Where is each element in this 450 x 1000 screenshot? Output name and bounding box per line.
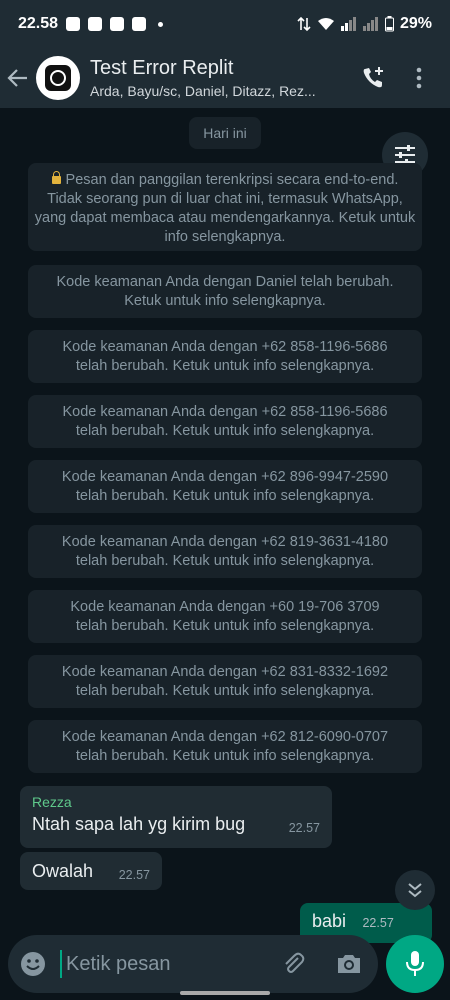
security-notice-line: Kode keamanan Anda dengan +62 896-9947-2…: [61, 469, 389, 485]
lock-icon: [51, 171, 61, 185]
incoming-message[interactable]: Rezza Ntah sapa lah yg kirim bug 22.57: [20, 786, 332, 848]
youtube-notification-icon: [110, 17, 125, 31]
attach-button[interactable]: [278, 949, 308, 979]
signal-icon-2: [362, 17, 378, 31]
date-pill: Hari ini: [189, 117, 261, 149]
security-notice[interactable]: Kode keamanan Anda dengan +62 812-6090-0…: [28, 720, 422, 773]
message-text: Ntah sapa lah yg kirim bug: [32, 814, 246, 834]
group-avatar[interactable]: [36, 56, 80, 100]
incoming-message[interactable]: Owalah 22.57: [20, 852, 162, 890]
security-notice-line: telah berubah. Ketuk untuk info selengka…: [75, 553, 375, 569]
status-time: 22.58: [18, 15, 59, 32]
status-left: 22.58: [18, 15, 164, 33]
status-bar: 22.58 29%: [0, 0, 450, 48]
message-composer: [8, 935, 378, 993]
battery-icon: [384, 16, 394, 32]
security-notice[interactable]: Kode keamanan Anda dengan +62 896-9947-2…: [28, 460, 422, 513]
security-notice-line: telah berubah. Ketuk untuk info selengka…: [75, 618, 375, 634]
app-notification-icon: [88, 17, 103, 31]
security-notice-line: telah berubah. Ketuk untuk info selengka…: [75, 748, 375, 764]
message-time: 22.57: [288, 821, 320, 835]
message-text: Owalah: [32, 861, 94, 881]
security-notice[interactable]: Kode keamanan Anda dengan +60 19-706 370…: [28, 590, 422, 643]
security-notice[interactable]: Kode keamanan Anda dengan Daniel telah b…: [28, 265, 422, 318]
status-right: 29%: [297, 15, 432, 33]
double-chevron-down-icon: [408, 883, 422, 898]
security-notice[interactable]: Kode keamanan Anda dengan +62 858-1196-5…: [28, 395, 422, 448]
security-notice-line: telah berubah. Ketuk untuk info selengka…: [75, 423, 375, 439]
add-call-button[interactable]: [350, 48, 396, 108]
text-cursor: [60, 950, 62, 978]
encryption-notice[interactable]: Pesan dan panggilan terenkripsi secara e…: [28, 163, 422, 251]
security-notice-line: Kode keamanan Anda dengan +62 858-1196-5…: [62, 339, 388, 355]
security-notice-line: telah berubah. Ketuk untuk info selengka…: [75, 488, 375, 504]
group-avatar-icon: [45, 65, 71, 91]
security-notice-line: telah berubah. Ketuk untuk info selengka…: [75, 358, 375, 374]
chat-title: Test Error Replit: [90, 57, 234, 79]
facebook-notification-icon: [66, 17, 81, 31]
security-notice-line: Kode keamanan Anda dengan +62 812-6090-0…: [61, 729, 389, 745]
security-notice-line: Kode keamanan Anda dengan Daniel telah b…: [56, 274, 394, 290]
emoji-button[interactable]: [18, 949, 48, 979]
chat-title-box[interactable]: Test Error Replit Arda, Bayu/sc, Daniel,…: [90, 57, 340, 99]
home-indicator: [180, 991, 270, 995]
scroll-to-bottom-button[interactable]: [395, 870, 435, 910]
back-arrow-icon: [7, 69, 27, 87]
back-button[interactable]: [0, 48, 36, 108]
security-notice-line: Kode keamanan Anda dengan +62 831-8332-1…: [61, 664, 389, 680]
security-notice-line: Kode keamanan Anda dengan +60 19-706 370…: [70, 599, 380, 615]
security-notice-line: Ketuk untuk info selengkapnya.: [124, 293, 326, 309]
message-time: 22.57: [362, 916, 394, 930]
message-text: babi: [312, 911, 347, 931]
security-notice-line: telah berubah. Ketuk untuk info selengka…: [75, 683, 375, 699]
battery-percent: 29%: [399, 15, 432, 32]
signal-icon: [340, 17, 356, 31]
message-time: 22.57: [118, 868, 150, 882]
security-notice[interactable]: Kode keamanan Anda dengan +62 831-8332-1…: [28, 655, 422, 708]
camera-button[interactable]: [334, 949, 364, 979]
data-arrows-icon: [297, 16, 311, 32]
sender-name: Rezza: [32, 794, 72, 810]
security-notice-line: Kode keamanan Anda dengan +62 858-1196-5…: [62, 404, 388, 420]
security-notice-line: Kode keamanan Anda dengan +62 819-3631-4…: [61, 534, 389, 550]
youtube-notification-icon-2: [132, 17, 147, 31]
chat-header: Test Error Replit Arda, Bayu/sc, Daniel,…: [0, 48, 450, 108]
message-input[interactable]: [64, 951, 258, 977]
more-vert-icon: [416, 67, 422, 89]
add-call-icon: [363, 67, 383, 88]
security-notice[interactable]: Kode keamanan Anda dengan +62 819-3631-4…: [28, 525, 422, 578]
encryption-notice-text: Pesan dan panggilan terenkripsi secara e…: [34, 172, 416, 245]
voice-message-button[interactable]: [386, 935, 444, 993]
more-notifications-dot: [158, 21, 164, 27]
camera-icon: [338, 955, 360, 973]
security-notice[interactable]: Kode keamanan Anda dengan +62 858-1196-5…: [28, 330, 422, 383]
mic-icon: [406, 951, 424, 976]
emoji-icon: [21, 952, 45, 976]
more-options-button[interactable]: [396, 48, 442, 108]
wifi-icon: [317, 18, 334, 30]
attach-icon: [285, 952, 305, 973]
chat-participants: Arda, Bayu/sc, Daniel, Ditazz, Rez...: [90, 83, 316, 99]
